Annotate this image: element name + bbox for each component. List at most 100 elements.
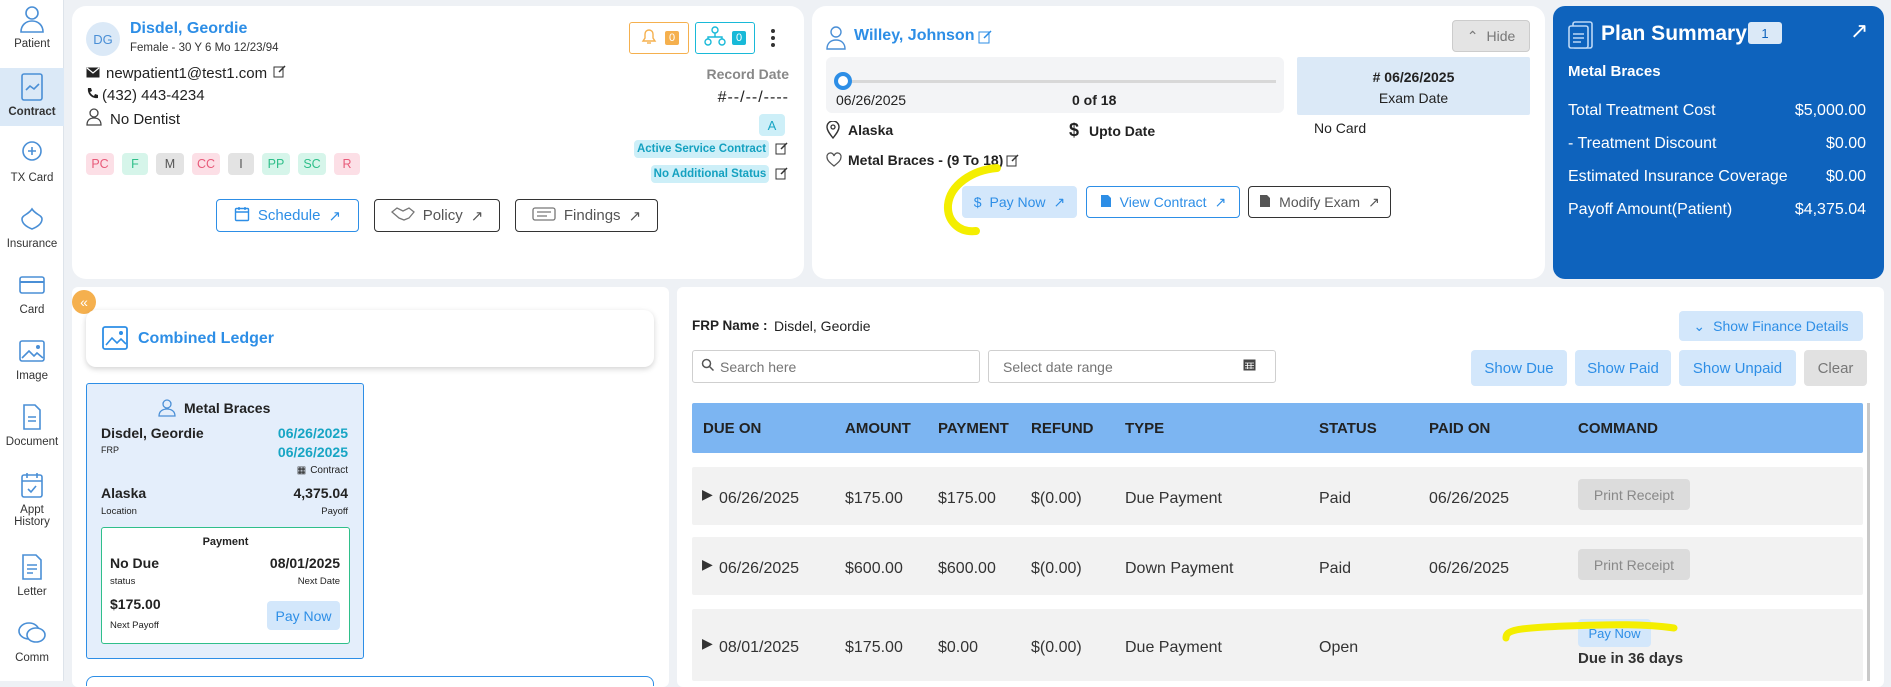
sidebar-item-document[interactable]: Document (0, 402, 64, 458)
cell-refund: $(0.00) (1031, 560, 1082, 577)
cell-type: Due Payment (1125, 490, 1222, 507)
show-due-button[interactable]: Show Due (1471, 350, 1567, 386)
external-link-icon: ↗ (1053, 193, 1066, 210)
tag-r[interactable]: R (334, 153, 360, 175)
search-box[interactable] (692, 350, 980, 383)
sidebar-item-comm[interactable]: Comm (0, 618, 64, 674)
cell-payment: $600.00 (938, 560, 996, 577)
modify-exam-button[interactable]: Modify Exam ↗ (1248, 186, 1391, 218)
sitemap-icon (704, 26, 726, 50)
findings-label: Findings (563, 207, 621, 224)
edit-additional-status-icon[interactable] (775, 167, 789, 181)
sidebar-item-label: Insurance (6, 238, 58, 250)
sidebar-item-tx-card[interactable]: TX Card (0, 138, 64, 194)
cell-amount: $600.00 (845, 560, 903, 577)
sidebar-item-card[interactable]: Card (0, 270, 64, 326)
external-link-icon: ↗ (328, 207, 342, 225)
patient-name[interactable]: Disdel, Geordie (130, 20, 247, 38)
doctor-name[interactable]: Willey, Johnson (854, 27, 974, 45)
payment-amount-label: Next Payoff (110, 620, 159, 631)
column-header[interactable]: PAYMENT (938, 420, 1009, 437)
column-header[interactable]: TYPE (1125, 420, 1164, 437)
date-range-box[interactable] (988, 350, 1276, 383)
date-range-input[interactable] (1003, 358, 1243, 375)
clear-button[interactable]: Clear (1804, 350, 1867, 386)
show-unpaid-button[interactable]: Show Unpaid (1679, 350, 1796, 386)
external-link-icon: ↗ (1368, 193, 1380, 210)
tag-pc[interactable]: PC (86, 153, 114, 175)
schedule-button[interactable]: Schedule ↗ (216, 199, 359, 232)
sidebar-item-label: Image (16, 370, 48, 382)
edit-contract-status-icon[interactable] (775, 142, 789, 156)
doctor-icon (826, 26, 846, 54)
sidebar-item-insurance[interactable]: Insurance (0, 204, 64, 260)
payment-status-label: status (110, 576, 136, 587)
hide-label: Hide (1486, 28, 1516, 44)
expand-row-icon[interactable]: ▶ (702, 556, 713, 573)
tag-f[interactable]: F (122, 153, 148, 175)
sidebar-item-letter[interactable]: Letter (0, 552, 64, 608)
sidebar-item-appt-history[interactable]: Appt History (0, 470, 64, 536)
cell-due-on: 06/26/2025 (719, 490, 800, 507)
contract-label: Contract (310, 465, 348, 476)
hide-button[interactable]: ⌃ Hide (1452, 20, 1530, 52)
plan-row-value: $0.00 (1825, 168, 1866, 185)
contract-date-2: 06/26/2025 (277, 444, 348, 460)
tag-cc[interactable]: CC (192, 153, 220, 175)
sidebar-item-contract[interactable]: Contract (0, 68, 64, 126)
modify-exam-label: Modify Exam (1279, 194, 1361, 210)
edit-treatment-icon[interactable] (1006, 154, 1020, 168)
sidebar-item-label: Card (19, 304, 45, 316)
print-receipt-button[interactable]: Print Receipt (1578, 479, 1690, 510)
more-menu-icon[interactable] (765, 24, 781, 52)
sidebar-item-patient[interactable]: Patient (0, 4, 64, 60)
sidebar-item-label: Patient (14, 38, 50, 50)
progress-handle[interactable] (834, 72, 852, 90)
tag-m[interactable]: M (156, 153, 184, 175)
column-header[interactable]: STATUS (1319, 420, 1377, 437)
column-header[interactable]: DUE ON (703, 420, 761, 437)
dentist-line: No Dentist (86, 108, 180, 130)
comm-icon (17, 618, 47, 648)
table-scrollbar[interactable] (1867, 403, 1870, 681)
tag-sc[interactable]: SC (298, 153, 326, 175)
cell-refund: $(0.00) (1031, 490, 1082, 507)
show-paid-button[interactable]: Show Paid (1575, 350, 1671, 386)
expand-row-icon[interactable]: ▶ (702, 635, 713, 652)
family-tree-button[interactable]: 0 (695, 22, 755, 54)
edit-doctor-icon[interactable] (978, 30, 992, 44)
tag-i[interactable]: I (228, 153, 254, 175)
findings-button[interactable]: Findings ↗ (515, 199, 658, 232)
row-pay-now-button[interactable]: Pay Now (1578, 619, 1651, 647)
cell-refund: $(0.00) (1031, 639, 1082, 656)
column-header[interactable]: PAID ON (1429, 420, 1490, 437)
pay-now-button[interactable]: $ Pay Now ↗ (962, 186, 1077, 218)
print-receipt-button[interactable]: Print Receipt (1578, 549, 1690, 580)
payment-amount: $175.00 (110, 596, 161, 612)
show-finance-details-button[interactable]: ⌄ Show Finance Details (1679, 311, 1863, 341)
expand-icon[interactable]: ↗ (1850, 18, 1868, 44)
column-header[interactable]: REFUND (1031, 420, 1094, 437)
next-card-edge (86, 676, 654, 686)
column-header[interactable]: COMMAND (1578, 420, 1658, 437)
frp-name: Disdel, Geordie (774, 318, 871, 334)
tag-pp[interactable]: PP (262, 153, 290, 175)
policy-button[interactable]: Policy ↗ (374, 199, 500, 232)
plan-summary-icon (1568, 20, 1594, 54)
view-contract-button[interactable]: View Contract ↗ (1086, 186, 1240, 218)
column-header[interactable]: AMOUNT (845, 420, 911, 437)
file-icon (1100, 194, 1112, 211)
expand-row-icon[interactable]: ▶ (702, 486, 713, 503)
alert-button[interactable]: 0 (629, 22, 689, 54)
patient-email: newpatient1@test1.com (106, 65, 268, 82)
sidebar-item-image[interactable]: Image (0, 336, 64, 392)
search-input[interactable] (720, 358, 970, 375)
edit-email-icon[interactable] (273, 65, 286, 82)
email-line: newpatient1@test1.com (86, 65, 286, 82)
patient-details: Female - 30 Y 6 Mo 12/23/94 (130, 42, 279, 54)
ledger-pay-now-button[interactable]: Pay Now (267, 601, 340, 630)
contract-label-line: ▦ Contract (297, 465, 348, 476)
patient-dentist: No Dentist (110, 110, 181, 128)
patient-icon (17, 4, 47, 34)
cell-due-on: 08/01/2025 (719, 639, 800, 656)
